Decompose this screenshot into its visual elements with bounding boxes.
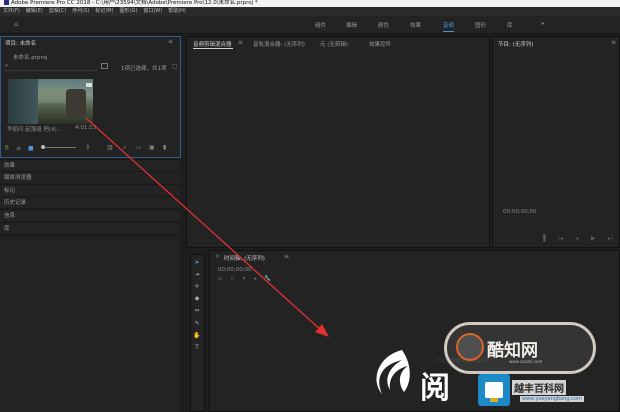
arrow-shaft bbox=[85, 117, 323, 332]
book-page bbox=[485, 382, 503, 398]
coozhi-logo-icon bbox=[456, 333, 484, 361]
coozhi-watermark: 酷知网 www.coozhi.com bbox=[444, 322, 596, 374]
flame-logo-icon bbox=[376, 350, 410, 394]
yueyang-book-icon bbox=[478, 374, 510, 406]
yueyang-logo-mark bbox=[368, 346, 416, 398]
coozhi-brand-text: 酷知网 bbox=[487, 341, 538, 361]
yueyang-big-char-icon: 阅 bbox=[420, 371, 450, 406]
yueyang-url-text: www.yueyangbang.com bbox=[520, 396, 584, 402]
coozhi-site-text: www.coozhi.com bbox=[509, 359, 543, 364]
book-base bbox=[490, 398, 498, 402]
yueyang-brand-text: 越丰百科网 bbox=[512, 380, 566, 395]
